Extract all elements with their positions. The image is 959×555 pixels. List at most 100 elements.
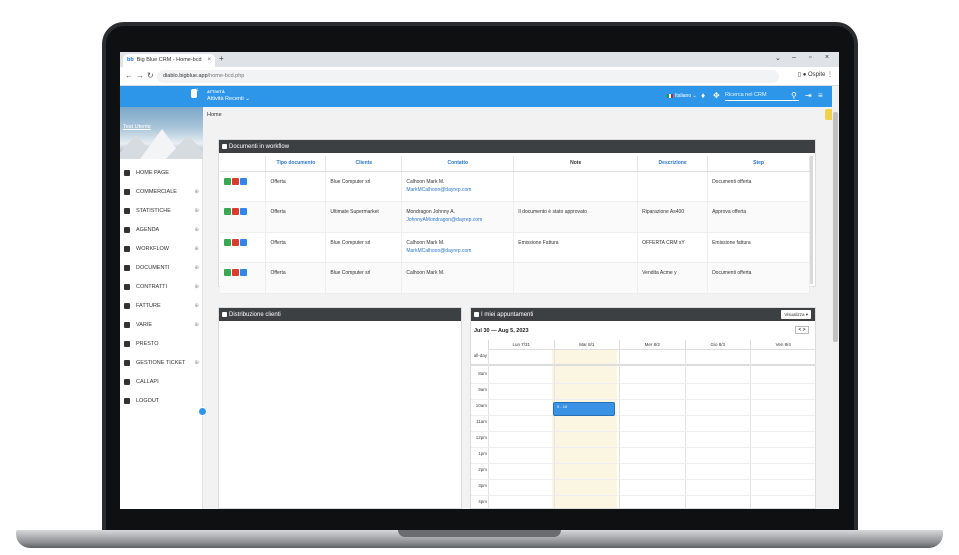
sidebar-item-fatture[interactable]: FATTURE ⊕ xyxy=(120,298,203,317)
pdf-icon[interactable] xyxy=(232,238,239,246)
calendar-day-header[interactable]: Gio 8/3 xyxy=(684,340,750,350)
sidebar-item-presto[interactable]: PRESTO xyxy=(120,336,203,355)
calendar-hour-row[interactable]: 4pm xyxy=(471,496,815,509)
share-icon[interactable] xyxy=(224,269,231,276)
main-content: Home Documenti in workflow Tipo document… xyxy=(204,107,836,509)
column-header[interactable]: Contatto xyxy=(401,156,515,172)
sidebar-menu: HOME PAGE COMMERCIALE ⊕ STATISTICHE ⊕ AGENDA ⊕… xyxy=(120,165,203,412)
forward-icon[interactable]: → xyxy=(136,71,144,80)
search-icon[interactable]: ⚲ xyxy=(791,91,797,100)
pdf-icon[interactable] xyxy=(232,269,239,276)
calendar-hour-row[interactable]: 11am xyxy=(471,416,815,432)
cell-cliente: Ultimate Supermarket xyxy=(325,201,403,233)
column-header[interactable]: Cliente xyxy=(325,156,403,172)
crm-search-input[interactable]: Ricerca nel CRM xyxy=(725,91,799,101)
new-tab-icon[interactable]: + xyxy=(219,54,224,63)
sidebar-item-documenti[interactable]: DOCUMENTI ⊕ xyxy=(120,260,203,279)
sidebar-item-callapi[interactable]: CALLAPI xyxy=(120,374,203,393)
column-header[interactable]: Tipo documento xyxy=(265,156,327,172)
expand-plus-icon: ⊕ xyxy=(194,227,199,233)
calendar-hour-row[interactable]: 3pm xyxy=(471,480,815,496)
maximize-icon[interactable]: ▫ xyxy=(809,54,811,61)
contact-email-link[interactable]: JohnnyAMondragon@dayrep.com xyxy=(406,216,509,224)
sidebar-item-logout[interactable]: LOGOUT xyxy=(120,393,203,412)
row-actions xyxy=(220,262,267,294)
sidebar-item-workflow[interactable]: WORKFLOW ⊕ xyxy=(120,241,203,260)
close-tab-icon[interactable]: × xyxy=(207,57,211,63)
edit-icon[interactable] xyxy=(240,269,247,276)
sidebar-item-label: AGENDA xyxy=(136,227,160,233)
laptop-notch xyxy=(398,530,561,537)
calendar-day-header[interactable]: Mer 8/2 xyxy=(619,340,685,350)
view-button[interactable]: Visualizza ▾ xyxy=(781,310,811,319)
calendar-hour-row[interactable]: 9am xyxy=(471,384,815,400)
calendar-hour-row[interactable]: 12pm xyxy=(471,432,815,448)
user-name-link[interactable]: Test Utente xyxy=(123,124,151,130)
browser-profile[interactable]: ▯ ● Ospite ⋮ xyxy=(798,71,833,78)
crm-app: 11 ATTIVITÀ Attività Recenti ⌄ Italiano … xyxy=(120,86,839,509)
share-icon[interactable] xyxy=(224,208,231,215)
contact-email-link[interactable]: MarkMCalhoon@dayrep.com xyxy=(406,247,509,255)
calendar-day-header[interactable]: Mar 8/1 xyxy=(553,340,619,350)
sidebar-item-gestione-ticket[interactable]: GESTIONE TICKET ⊕ xyxy=(120,355,203,374)
cell-descrizione: Vendita Acme y xyxy=(637,262,709,294)
table-row[interactable]: Offerta Blue Computer srl Calhoon Mark M. M… xyxy=(220,171,810,202)
pdf-icon[interactable] xyxy=(232,208,239,215)
share-icon[interactable] xyxy=(224,177,231,185)
language-select[interactable]: Italiano ⌄ xyxy=(667,93,697,99)
expand-plus-icon: ⊕ xyxy=(194,322,199,328)
table-row[interactable]: Offerta Blue Computer srl Calhoon Mark M. M… xyxy=(220,232,810,263)
sidebar-item-label: CALLAPI xyxy=(136,379,159,385)
share-icon[interactable] xyxy=(224,238,231,246)
contact-email-link[interactable]: MarkMCalhoon@dayrep.com xyxy=(406,186,509,194)
reload-icon[interactable]: ↻ xyxy=(147,71,154,80)
tab-dropdown-icon[interactable]: ⌄ xyxy=(775,54,781,62)
calendar-event[interactable]: 9 - 10 xyxy=(553,402,615,416)
calendar-day-header[interactable]: Ven 8/4 xyxy=(750,340,816,350)
expand-icon[interactable]: ✥ xyxy=(713,91,720,100)
share-icon xyxy=(124,246,130,252)
column-header[interactable]: Step xyxy=(707,156,810,172)
pdf-icon[interactable] xyxy=(232,177,239,185)
sidebar-item-commerciale[interactable]: COMMERCIALE ⊕ xyxy=(120,184,203,203)
browser-tab[interactable]: bb Big Blue CRM - Home-bcd × xyxy=(123,54,215,67)
row-actions xyxy=(220,171,267,202)
edit-icon[interactable] xyxy=(240,238,247,246)
calendar-hour-row[interactable]: 1pm xyxy=(471,448,815,464)
back-icon[interactable]: ← xyxy=(125,71,133,80)
sidebar-item-varie[interactable]: VARIE ⊕ xyxy=(120,317,203,336)
sidebar-item-statistiche[interactable]: STATISTICHE ⊕ xyxy=(120,203,203,222)
calendar-nav-buttons[interactable]: < > xyxy=(795,326,809,334)
table-scrollbar[interactable] xyxy=(810,156,813,284)
cell-descrizione: OFFERTA CRM xY xyxy=(637,232,709,263)
column-header[interactable]: Note xyxy=(513,156,639,172)
users-icon xyxy=(222,144,227,149)
table-row[interactable]: Offerta Ultimate Supermarket Mondragon Joh… xyxy=(220,201,810,233)
logout-top-icon[interactable]: ⇥ xyxy=(805,91,812,100)
menu-icon[interactable]: ≡ xyxy=(818,91,823,100)
sidebar-item-contratti[interactable]: CONTRATTI ⊕ xyxy=(120,279,203,298)
activity-select[interactable]: Attività Recenti ⌄ xyxy=(207,96,250,102)
euro-icon xyxy=(124,208,130,214)
close-window-icon[interactable]: × xyxy=(825,54,829,61)
microphone-icon[interactable]: ♦ xyxy=(701,91,705,100)
page-scrollbar[interactable] xyxy=(832,107,839,509)
url-input[interactable]: diablo.bigblue.app/home-bcd.php xyxy=(157,70,779,83)
expand-plus-icon: ⊕ xyxy=(194,265,199,271)
cell-cliente: Blue Computer srl xyxy=(325,232,403,263)
column-header[interactable]: Descrizione xyxy=(637,156,709,172)
edit-icon[interactable] xyxy=(240,177,247,185)
workflow-panel-title: Documenti in workflow xyxy=(229,144,290,150)
calendar-hour-row[interactable]: 10am xyxy=(471,400,815,416)
calendar-day-header[interactable]: Lun 7/31 xyxy=(488,340,554,350)
calendar-hour-row[interactable]: 2pm xyxy=(471,464,815,480)
edit-icon[interactable] xyxy=(240,208,247,215)
sidebar-item-home-page[interactable]: HOME PAGE xyxy=(120,165,203,184)
sidebar-item-agenda[interactable]: AGENDA ⊕ xyxy=(120,222,203,241)
calendar-hour-row[interactable]: 8am xyxy=(471,368,815,384)
sidebar-item-label: COMMERCIALE xyxy=(136,189,177,195)
sidebar-item-label: WORKFLOW xyxy=(136,246,169,252)
table-row[interactable]: Offerta Blue Computer srl Calhoon Mark M. V… xyxy=(220,262,810,294)
breadcrumb[interactable]: Home xyxy=(207,112,222,118)
minimize-icon[interactable]: – xyxy=(792,54,796,61)
